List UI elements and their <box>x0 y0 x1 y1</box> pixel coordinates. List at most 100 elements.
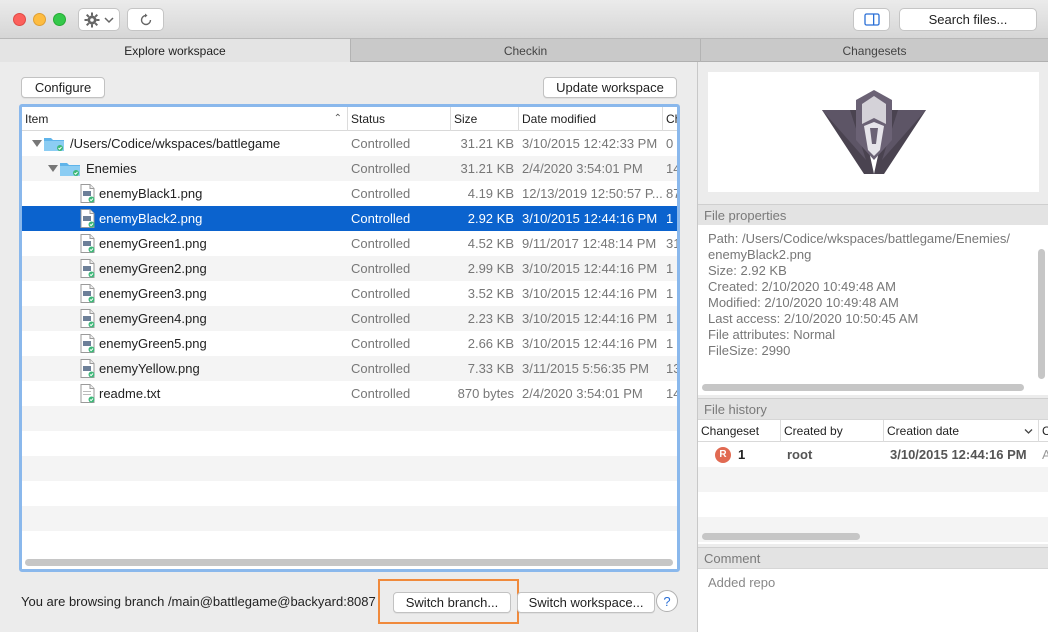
search-files-button[interactable]: Search files... <box>899 8 1037 31</box>
date-modified-cell: 2/4/2020 3:54:01 PM <box>522 161 643 176</box>
size-cell: 31.21 KB <box>460 136 515 151</box>
empty-row <box>698 467 1048 492</box>
item-name: enemyGreen3.png <box>99 286 207 301</box>
history-horizontal-scrollbar[interactable] <box>702 533 860 540</box>
horizontal-scrollbar[interactable] <box>25 559 673 566</box>
chevron-down-icon <box>1024 429 1033 434</box>
column-header-creation-date[interactable]: Creation date <box>883 420 1038 442</box>
column-header-item[interactable]: Item ⌃ <box>22 107 347 131</box>
item-name: enemyYellow.png <box>99 361 200 376</box>
expand-arrow-icon[interactable] <box>32 140 42 147</box>
folder-icon <box>60 163 80 176</box>
comment-box[interactable]: Added repo <box>698 569 1048 632</box>
changeset-cell: 1 <box>666 336 674 351</box>
enemy-ship-preview-image <box>821 90 926 174</box>
item-name: enemyBlack2.png <box>99 211 203 226</box>
comment-cell: A <box>1042 447 1048 462</box>
column-header-label: Creation date <box>887 424 960 438</box>
file-properties-box: Path: /Users/Codice/wkspaces/battlegame/… <box>698 225 1048 395</box>
file-properties-header: File properties <box>698 204 1048 226</box>
item-cell: enemyGreen4.png <box>22 306 347 331</box>
vertical-scrollbar[interactable] <box>1038 249 1045 379</box>
toggle-sidebar-button[interactable] <box>853 8 890 31</box>
text-file-icon <box>80 384 95 403</box>
creation-date: 3/10/2015 12:44:16 PM <box>890 447 1027 462</box>
status-cell: Controlled <box>351 386 411 401</box>
table-row[interactable]: Enemies Controlled 31.21 KB 2/4/2020 3:54:0… <box>22 156 677 181</box>
switch-branch-button[interactable]: Switch branch... <box>393 592 511 613</box>
table-row[interactable]: enemyGreen5.png Controlled 2.66 KB 3/10/201… <box>22 331 677 356</box>
changeset-id: 1 <box>738 447 746 462</box>
date-modified-cell: 3/10/2015 12:44:16 PM <box>522 286 658 301</box>
status-cell: Controlled <box>351 286 411 301</box>
refresh-button[interactable] <box>127 8 164 31</box>
image-file-icon <box>80 334 95 353</box>
image-file-icon <box>80 184 95 203</box>
empty-row <box>22 406 677 431</box>
minimize-window-button[interactable] <box>33 13 46 26</box>
table-row[interactable]: enemyGreen1.png Controlled 4.52 KB 9/11/201… <box>22 231 677 256</box>
table-row[interactable]: /Users/Codice/wkspaces/battlegame Control… <box>22 131 677 156</box>
column-header-changeset[interactable]: Changeset <box>698 420 780 442</box>
update-workspace-button[interactable]: Update workspace <box>543 77 677 98</box>
table-row[interactable]: enemyGreen2.png Controlled 2.99 KB 3/10/201… <box>22 256 677 281</box>
status-cell: Controlled <box>351 161 411 176</box>
configure-button[interactable]: Configure <box>21 77 105 98</box>
item-name: Enemies <box>86 161 137 176</box>
item-name: enemyGreen1.png <box>99 236 207 251</box>
size-cell: 4.19 KB <box>467 186 514 201</box>
properties-horizontal-scrollbar[interactable] <box>702 384 1024 391</box>
file-properties-text: Path: /Users/Codice/wkspaces/battlegame/… <box>708 231 1028 359</box>
item-cell: enemyGreen5.png <box>22 331 347 356</box>
date-modified-cell: 3/10/2015 12:44:16 PM <box>522 336 658 351</box>
table-row[interactable]: enemyGreen4.png Controlled 2.23 KB 3/10/201… <box>22 306 677 331</box>
item-cell: enemyGreen1.png <box>22 231 347 256</box>
item-name: enemyGreen2.png <box>99 261 207 276</box>
table-row[interactable]: enemyGreen3.png Controlled 3.52 KB 3/10/201… <box>22 281 677 306</box>
column-header-size[interactable]: Size <box>450 107 518 131</box>
table-row[interactable]: enemyBlack2.png Controlled 2.92 KB 3/10/201… <box>22 206 677 231</box>
sidebar-toggle-icon <box>863 13 880 26</box>
column-header-created-by[interactable]: Created by <box>780 420 883 442</box>
tab-changesets[interactable]: Changesets <box>701 39 1048 62</box>
close-window-button[interactable] <box>13 13 26 26</box>
table-row[interactable]: readme.txt Controlled 870 bytes 2/4/2020 3:… <box>22 381 677 406</box>
tab-checkin[interactable]: Checkin <box>351 39 701 62</box>
workspace-file-table[interactable]: Item ⌃ Status Size Date modified Ch /Use… <box>19 104 680 572</box>
file-history-table[interactable]: Changeset Created by Creation date C R 1… <box>698 420 1048 544</box>
date-modified-cell: 9/11/2017 12:48:14 PM <box>522 236 657 251</box>
file-rows: /Users/Codice/wkspaces/battlegame Control… <box>22 131 677 556</box>
file-preview <box>708 72 1039 192</box>
column-header-changeset[interactable]: Ch <box>662 107 677 131</box>
file-history-header: File history <box>698 398 1048 420</box>
changeset-cell: 1 <box>666 311 674 326</box>
item-cell: enemyYellow.png <box>22 356 347 381</box>
status-cell: Controlled <box>351 361 411 376</box>
changeset-cell: 87 <box>666 186 677 201</box>
date-modified-cell: 3/10/2015 12:44:16 PM <box>522 261 658 276</box>
maximize-window-button[interactable] <box>53 13 66 26</box>
image-file-icon <box>80 359 95 378</box>
created-by: root <box>787 447 813 462</box>
item-cell: readme.txt <box>22 381 347 406</box>
empty-row <box>22 506 677 531</box>
expand-arrow-icon[interactable] <box>48 165 58 172</box>
empty-row <box>22 531 677 556</box>
item-cell: enemyGreen2.png <box>22 256 347 281</box>
changeset-cell: 0 <box>666 136 674 151</box>
date-modified-cell: 12/13/2019 12:50:57 P... <box>522 186 662 201</box>
table-row[interactable]: enemyBlack1.png Controlled 4.19 KB 12/13/20… <box>22 181 677 206</box>
help-button[interactable]: ? <box>656 590 678 612</box>
column-header-comment[interactable]: C <box>1038 420 1048 442</box>
table-row[interactable]: enemyYellow.png Controlled 7.33 KB 3/11/201… <box>22 356 677 381</box>
tab-explore-workspace[interactable]: Explore workspace <box>0 39 351 62</box>
column-header-status[interactable]: Status <box>347 107 450 131</box>
settings-menu-button[interactable] <box>78 8 120 31</box>
date-modified-cell: 3/11/2015 5:56:35 PM <box>522 361 649 376</box>
title-bar: Search files... <box>0 0 1048 39</box>
table-row[interactable]: R 1 root 3/10/2015 12:44:16 PM A <box>698 442 1048 467</box>
changeset-cell: 14 <box>666 386 677 401</box>
size-cell: 3.52 KB <box>467 286 514 301</box>
switch-workspace-button[interactable]: Switch workspace... <box>517 592 655 613</box>
column-header-date-modified[interactable]: Date modified <box>518 107 662 131</box>
